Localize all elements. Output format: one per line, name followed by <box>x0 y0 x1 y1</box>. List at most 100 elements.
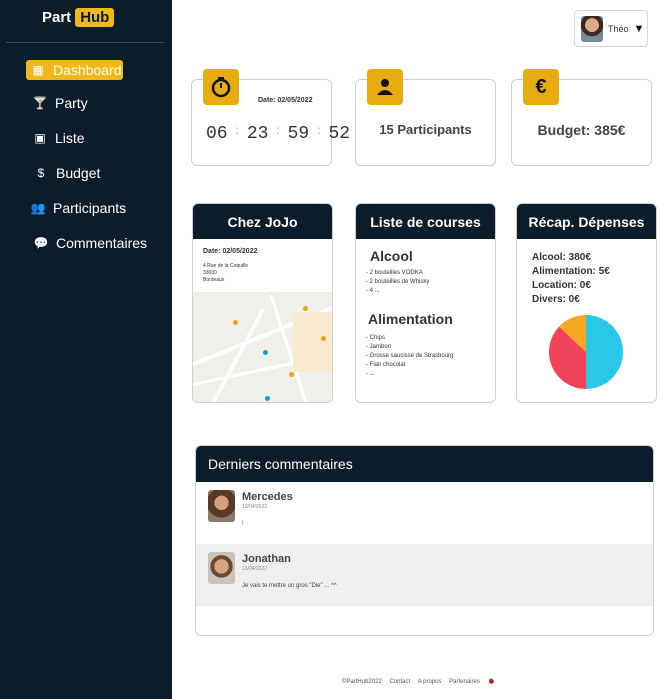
sidebar-nav: ▦ Dashboard 🍸 Party ▣ Liste $ Budget 👥 P… <box>0 60 172 266</box>
partners-icon: 🐞 <box>487 679 495 685</box>
footer-about-link[interactable]: A propos <box>418 679 442 685</box>
sidebar-item-party[interactable]: 🍸 Party <box>0 91 172 115</box>
countdown-hours: 23 <box>246 124 269 144</box>
sidebar-item-dashboard[interactable]: ▦ Dashboard <box>26 60 123 80</box>
list-item: - 4 ... <box>366 288 380 294</box>
countdown-minutes: 59 <box>287 124 310 144</box>
map-pin <box>265 396 270 401</box>
comments-title: Derniers commentaires <box>196 446 653 482</box>
event-date: Date: 02/05/2022 <box>258 97 313 104</box>
footer-copyright: ©PartHub2022 <box>341 679 382 685</box>
comment-icon: 💬 <box>33 236 49 250</box>
comments-panel: Derniers commentaires Mercedes 13/04/202… <box>195 445 654 636</box>
shopping-list-alcool: - 2 bouteilles VODKA - 2 bouteilles de W… <box>366 269 429 296</box>
expense-line: Alcool: 380€ <box>532 252 591 263</box>
sidebar-item-label: Commentaires <box>56 235 148 251</box>
address-street: 4 Rue de la Coquille <box>203 263 249 269</box>
expense-line: Alimentation: 5€ <box>532 266 610 277</box>
app-logo[interactable]: Part Hub <box>42 8 115 27</box>
sidebar-item-participants[interactable]: 👥 Participants <box>0 196 172 220</box>
venue-date: Date: 02/05/2022 <box>203 248 258 255</box>
countdown-timer: 06 : 23 : 59 : 52 <box>206 124 350 144</box>
map-pin <box>263 350 268 355</box>
map-pin <box>303 306 308 311</box>
participants-count: 15 Participants <box>379 122 472 137</box>
footer-contact-link[interactable]: Contact <box>389 679 410 685</box>
euro-icon: € <box>523 69 559 105</box>
sidebar-item-label: Liste <box>55 130 85 146</box>
sidebar-item-label: Dashboard <box>53 62 122 78</box>
logo-hub: Hub <box>75 8 115 27</box>
chevron-down-icon: ▼ <box>633 22 645 35</box>
shopping-list-alimentation: - Chips - Jambon - Grosse saucisse de St… <box>366 334 453 379</box>
comment-text: Je vais te mettre un gros "Die" ... ^^ <box>242 583 337 589</box>
list-item: - Flan chocolat <box>366 362 406 368</box>
avatar <box>581 15 603 42</box>
list-item: - ... <box>366 371 375 377</box>
list-item: - 2 bouteilles VODKA <box>366 270 423 276</box>
map-area <box>293 312 332 372</box>
user-name: Théo <box>608 23 629 34</box>
expenses-pie-chart <box>549 315 623 389</box>
budget-card[interactable]: € Budget: 385€ <box>511 69 652 166</box>
countdown-seconds: 52 <box>328 124 351 144</box>
sidebar-divider <box>6 42 164 43</box>
venue-card: Chez JoJo Date: 02/05/2022 4 Rue de la C… <box>192 203 333 403</box>
comment-date: 13/04/2022 <box>242 504 268 510</box>
dashboard-icon: ▦ <box>32 63 44 77</box>
cocktail-icon: 🍸 <box>32 96 48 110</box>
expenses-summary: Alcool: 380€ Alimentation: 5€ Location: … <box>532 251 610 307</box>
sidebar-item-commentaires[interactable]: 💬 Commentaires <box>0 231 172 255</box>
sidebar-item-liste[interactable]: ▣ Liste <box>0 126 172 150</box>
shopping-list-card: Liste de courses Alcool - 2 bouteilles V… <box>355 203 496 403</box>
expenses-card: Récap. Dépenses Alcool: 380€ Alimentatio… <box>516 203 657 403</box>
map-pin <box>233 320 238 325</box>
sidebar-item-label: Party <box>55 95 88 111</box>
pie-slice <box>586 315 623 389</box>
participants-card[interactable]: 15 Participants <box>355 69 496 166</box>
user-menu[interactable]: Théo ▼ <box>574 10 648 47</box>
list-item: - Jambon <box>366 344 392 350</box>
countdown-sep: : <box>233 124 241 138</box>
shopping-section-alimentation: Alimentation <box>368 311 453 327</box>
countdown-sep: : <box>315 124 323 138</box>
comment-item: Mercedes 13/04/2022 ! <box>196 482 653 544</box>
address-zip: 33000 <box>203 270 217 276</box>
sidebar-item-budget[interactable]: $ Budget <box>0 161 172 185</box>
avatar <box>208 552 235 584</box>
budget-total: Budget: 385€ <box>537 122 626 138</box>
address-city: Bordeaux <box>203 277 225 283</box>
map-pin <box>321 336 326 341</box>
countdown-sep: : <box>274 124 282 138</box>
comment-author: Jonathan <box>242 553 291 565</box>
expense-line: Divers: 0€ <box>532 294 580 305</box>
sidebar-item-label: Budget <box>56 165 101 181</box>
stopwatch-icon <box>203 69 239 105</box>
sidebar-item-label: Participants <box>53 200 127 216</box>
comment-date: 13/04/2022 <box>242 566 268 572</box>
countdown-card: Date: 02/05/2022 06 : 23 : 59 : 52 <box>191 69 350 166</box>
footer-partners-link[interactable]: Partenaires <box>449 679 480 685</box>
list-item: - Grosse saucisse de Strasbourg <box>366 353 454 359</box>
map-pin <box>289 372 294 377</box>
comment-item: Jonathan 13/04/2022 Je vais te mettre un… <box>196 544 653 606</box>
sidebar: Part Hub ▦ Dashboard 🍸 Party ▣ Liste $ B… <box>0 0 172 699</box>
users-icon: 👥 <box>30 201 46 215</box>
venue-address: 4 Rue de la Coquille 33000 Bordeaux <box>203 263 248 284</box>
venue-title: Chez JoJo <box>193 204 332 239</box>
expense-line: Location: 0€ <box>532 280 591 291</box>
couch-icon: ▣ <box>34 131 46 145</box>
list-item: - 2 bouteilles de Whisky <box>366 279 430 285</box>
venue-map[interactable] <box>193 292 332 402</box>
shopping-title: Liste de courses <box>356 204 495 239</box>
user-icon <box>367 69 403 105</box>
shopping-section-alcool: Alcool <box>370 248 413 264</box>
avatar <box>208 490 235 522</box>
comment-author: Mercedes <box>242 491 293 503</box>
comment-text: ! <box>242 521 244 527</box>
dollar-icon: $ <box>37 166 45 180</box>
list-item: - Chips <box>366 335 386 341</box>
expenses-title: Récap. Dépenses <box>517 204 656 239</box>
footer: ©PartHub2022 Contact A propos Partenaire… <box>172 678 665 685</box>
countdown-days: 06 <box>206 124 228 144</box>
